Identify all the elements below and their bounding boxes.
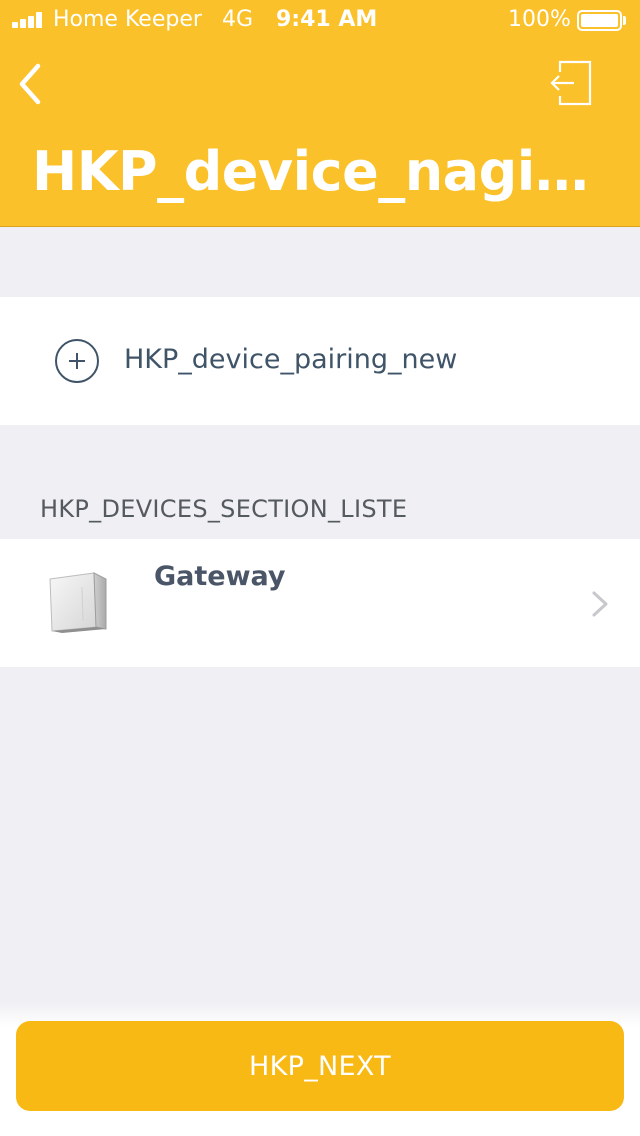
chevron-left-icon xyxy=(19,63,41,105)
signal-strength-icon xyxy=(12,12,48,28)
next-button[interactable]: HKP_NEXT xyxy=(16,1021,624,1111)
page-title: HKP_device_nagiva... xyxy=(32,140,622,203)
device-name: Gateway xyxy=(154,561,286,592)
logout-icon xyxy=(550,60,592,106)
plus-circle-icon xyxy=(55,339,99,383)
battery-tip xyxy=(623,16,626,25)
devices-section-header: HKP_DEVICES_SECTION_LISTE xyxy=(40,495,408,523)
add-device-row[interactable]: HKP_device_pairing_new xyxy=(0,297,640,425)
chevron-right-icon xyxy=(592,591,608,617)
carrier-name: Home Keeper xyxy=(53,7,202,32)
gateway-device-image xyxy=(49,572,107,633)
status-time: 9:41 AM xyxy=(276,7,378,32)
add-device-label: HKP_device_pairing_new xyxy=(124,344,458,375)
network-type: 4G xyxy=(222,7,254,32)
back-button[interactable] xyxy=(12,58,56,110)
logout-button[interactable] xyxy=(546,56,602,112)
battery-percentage: 100% xyxy=(508,7,571,32)
battery-icon xyxy=(577,10,622,31)
navigation-header: Home Keeper 4G 9:41 AM 100% HKP_device_n… xyxy=(0,0,640,227)
status-bar: Home Keeper 4G 9:41 AM 100% xyxy=(0,0,640,40)
next-button-label: HKP_NEXT xyxy=(249,1050,391,1082)
device-list-item[interactable]: Gateway xyxy=(0,539,640,667)
